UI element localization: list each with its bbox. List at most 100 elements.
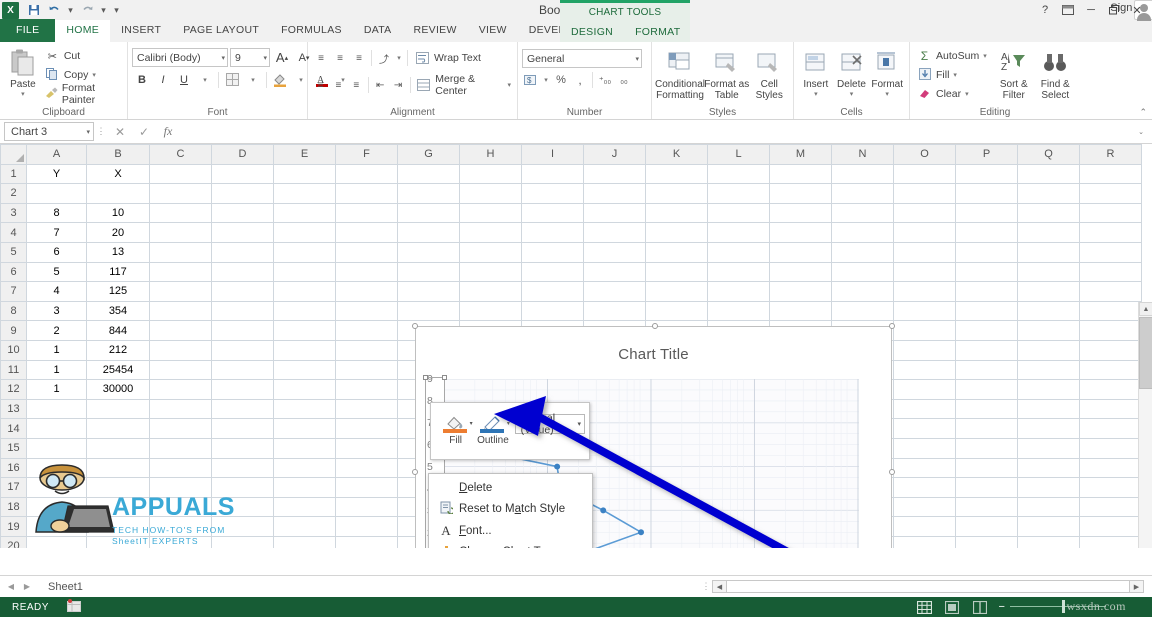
cell-A11[interactable]: 1 xyxy=(26,359,87,381)
minimize-button[interactable]: ─ xyxy=(1080,1,1102,19)
cell-R12[interactable] xyxy=(1079,379,1142,400)
cell-N6[interactable] xyxy=(831,261,894,283)
row-header-18[interactable]: 18 xyxy=(0,496,27,518)
normal-view-button[interactable] xyxy=(910,598,938,616)
cell-F20[interactable] xyxy=(335,535,398,548)
column-header-b[interactable]: B xyxy=(86,144,150,165)
axis-handle-top-r[interactable] xyxy=(442,375,447,380)
cell-Q14[interactable] xyxy=(1017,418,1080,439)
cell-P14[interactable] xyxy=(955,418,1018,439)
row-header-2[interactable]: 2 xyxy=(0,183,27,204)
cell-F8[interactable] xyxy=(335,300,398,322)
cell-B4[interactable]: 20 xyxy=(86,222,150,243)
restore-button[interactable] xyxy=(1103,1,1125,19)
tab-chart-format[interactable]: FORMAT xyxy=(624,22,691,44)
cell-C11[interactable] xyxy=(149,359,212,381)
row-header-9[interactable]: 9 xyxy=(0,320,27,341)
cell-K8[interactable] xyxy=(645,300,708,322)
column-header-q[interactable]: Q xyxy=(1017,144,1080,165)
cell-F9[interactable] xyxy=(335,320,398,341)
cell-R3[interactable] xyxy=(1079,202,1142,224)
sort-filter-button[interactable]: AZ Sort & Filter xyxy=(993,45,1034,101)
cell-K3[interactable] xyxy=(645,202,708,224)
cell-J5[interactable] xyxy=(583,241,646,263)
column-header-e[interactable]: E xyxy=(273,144,336,165)
row-header-4[interactable]: 4 xyxy=(0,222,27,243)
cell-M4[interactable] xyxy=(769,222,832,243)
column-header-a[interactable]: A xyxy=(26,144,87,165)
cell-F5[interactable] xyxy=(335,241,398,263)
align-bottom-icon[interactable]: ≡ xyxy=(350,49,368,67)
cell-A2[interactable] xyxy=(26,183,87,204)
cell-F19[interactable] xyxy=(335,516,398,537)
cell-I3[interactable] xyxy=(521,202,584,224)
cell-P11[interactable] xyxy=(955,359,1018,381)
cell-J8[interactable] xyxy=(583,300,646,322)
decrease-indent-icon[interactable]: ⇤ xyxy=(372,76,389,94)
cell-N5[interactable] xyxy=(831,241,894,263)
cell-P1[interactable] xyxy=(955,163,1018,185)
cell-Q5[interactable] xyxy=(1017,241,1080,263)
cell-A14[interactable] xyxy=(26,418,87,439)
cell-R15[interactable] xyxy=(1079,437,1142,459)
column-header-o[interactable]: O xyxy=(893,144,956,165)
cell-A18[interactable] xyxy=(26,496,87,518)
cell-P16[interactable] xyxy=(955,457,1018,479)
chart-element-selector[interactable]: Vertical (Value) ▾ xyxy=(514,412,585,436)
cell-E5[interactable] xyxy=(273,241,336,263)
cell-Q4[interactable] xyxy=(1017,222,1080,243)
cell-E9[interactable] xyxy=(273,320,336,341)
cell-P13[interactable] xyxy=(955,398,1018,420)
help-icon[interactable]: ? xyxy=(1034,1,1056,19)
cell-O15[interactable] xyxy=(893,437,956,459)
decrease-decimal-icon[interactable]: ₀₀ xyxy=(615,71,633,89)
cell-E14[interactable] xyxy=(273,418,336,439)
cell-E2[interactable] xyxy=(273,183,336,204)
cell-O11[interactable] xyxy=(893,359,956,381)
cell-Q13[interactable] xyxy=(1017,398,1080,420)
cell-K7[interactable] xyxy=(645,281,708,302)
font-name-combo[interactable]: Calibri (Body) ▾ xyxy=(132,48,228,67)
cell-K2[interactable] xyxy=(645,183,708,204)
record-macro-icon[interactable] xyxy=(66,599,81,615)
cell-C15[interactable] xyxy=(149,437,212,459)
cell-O18[interactable] xyxy=(893,496,956,518)
cell-O9[interactable] xyxy=(893,320,956,341)
cell-O20[interactable] xyxy=(893,535,956,548)
cell-C8[interactable] xyxy=(149,300,212,322)
row-header-3[interactable]: 3 xyxy=(0,202,27,224)
cell-F3[interactable] xyxy=(335,202,398,224)
tab-review[interactable]: REVIEW xyxy=(402,20,467,42)
cell-R11[interactable] xyxy=(1079,359,1142,381)
cell-P8[interactable] xyxy=(955,300,1018,322)
outline-dropdown-icon[interactable]: ▾ xyxy=(507,420,510,427)
cell-R8[interactable] xyxy=(1079,300,1142,322)
cell-Q20[interactable] xyxy=(1017,535,1080,548)
format-cells-button[interactable]: Format ▾ xyxy=(869,45,905,98)
axis-handle-top[interactable] xyxy=(423,375,428,380)
cell-Q1[interactable] xyxy=(1017,163,1080,185)
scroll-split-handle[interactable]: ⋮ xyxy=(700,581,712,592)
row-header-8[interactable]: 8 xyxy=(0,300,27,322)
paste-button[interactable]: Paste ▾ xyxy=(4,45,42,98)
cell-R18[interactable] xyxy=(1079,496,1142,518)
cell-E15[interactable] xyxy=(273,437,336,459)
cell-B3[interactable]: 10 xyxy=(86,202,150,224)
cell-E10[interactable] xyxy=(273,339,336,361)
cell-B1[interactable]: X xyxy=(86,163,150,185)
increase-font-size-button[interactable]: A ▴ xyxy=(272,48,292,67)
cell-O2[interactable] xyxy=(893,183,956,204)
cell-R5[interactable] xyxy=(1079,241,1142,263)
cell-A10[interactable]: 1 xyxy=(26,339,87,361)
cell-R13[interactable] xyxy=(1079,398,1142,420)
cell-P3[interactable] xyxy=(955,202,1018,224)
cell-styles-button[interactable]: Cell Styles xyxy=(749,45,789,101)
vertical-scroll-thumb[interactable] xyxy=(1139,317,1152,389)
cell-R19[interactable] xyxy=(1079,516,1142,537)
cell-P12[interactable] xyxy=(955,379,1018,400)
delete-cells-button[interactable]: Delete ▾ xyxy=(834,45,870,98)
cell-K5[interactable] xyxy=(645,241,708,263)
last-sheet-icon[interactable]: ▶ xyxy=(20,582,34,591)
cell-A5[interactable]: 6 xyxy=(26,241,87,263)
cell-D10[interactable] xyxy=(211,339,274,361)
